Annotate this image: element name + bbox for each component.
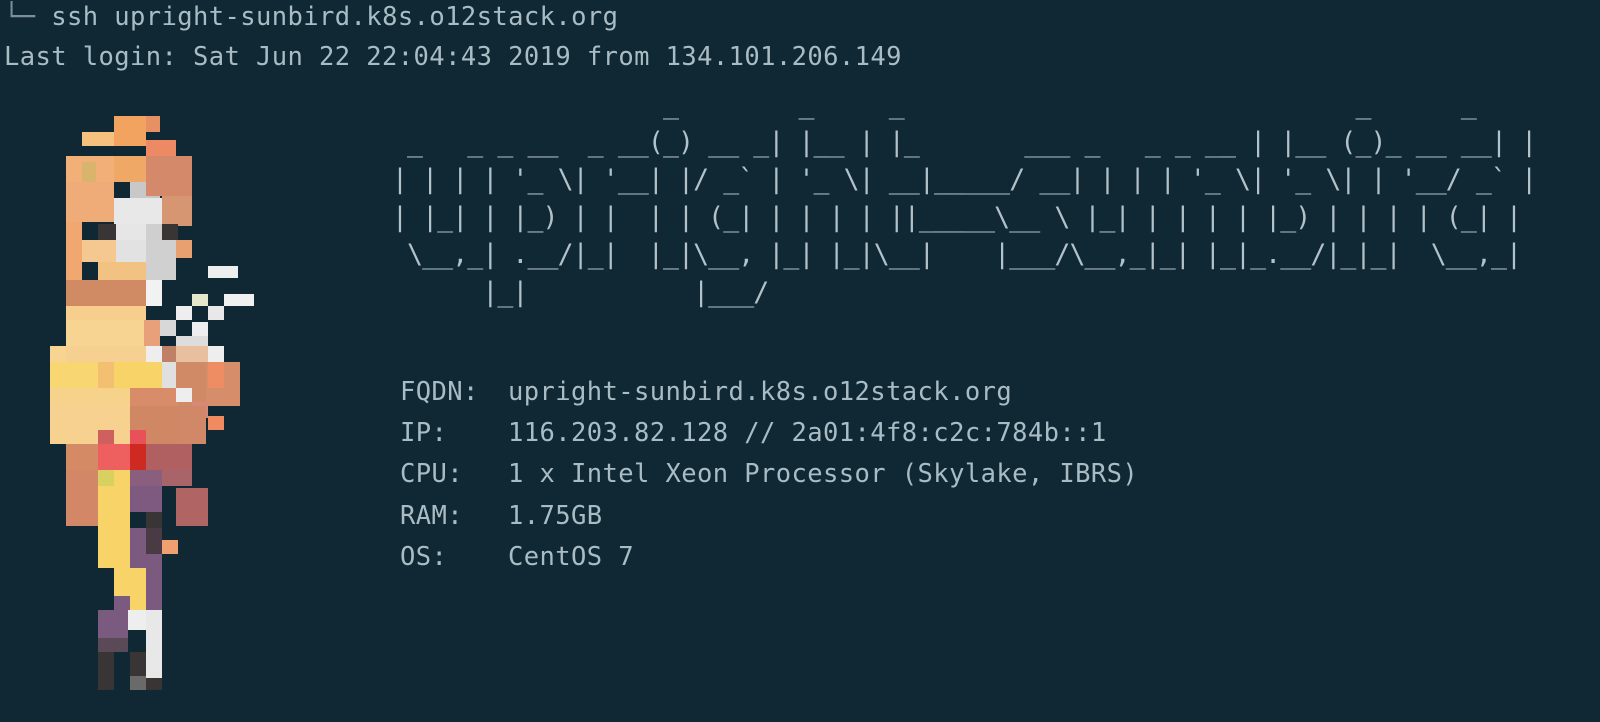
- info-row-fqdn: FQDN: upright-sunbird.k8s.o12stack.org: [400, 372, 1138, 413]
- info-value: 1 x Intel Xeon Processor (Skylake, IBRS): [508, 459, 1139, 490]
- info-label: IP:: [400, 418, 448, 449]
- info-label: OS:: [400, 541, 448, 572]
- info-value: 116.203.82.128 // 2a01:4f8:c2c:784b::1: [508, 418, 1107, 449]
- info-label: CPU:: [400, 459, 464, 490]
- info-label: FQDN:: [400, 377, 479, 407]
- info-value: 1.75GB: [508, 500, 603, 531]
- pixel-art-character-icon: [50, 116, 254, 690]
- info-value: upright-sunbird.k8s.o12stack.org: [508, 377, 1013, 407]
- info-row-os: OS: CentOS 7: [400, 537, 1138, 578]
- info-row-ram: RAM: 1.75GB: [400, 496, 1138, 537]
- info-row-ip: IP: 116.203.82.128 // 2a01:4f8:c2c:784b::…: [400, 413, 1138, 454]
- info-value: CentOS 7: [508, 541, 635, 572]
- system-info-block: FQDN: upright-sunbird.k8s.o12stack.org IP…: [400, 372, 1138, 578]
- hostname-ascii-banner: _ _ _ _ _ _ _ _ _ __ _ __(_) __ _| |__ |…: [392, 89, 1537, 308]
- info-label: RAM:: [400, 500, 464, 531]
- info-row-cpu: CPU: 1 x Intel Xeon Processor (Skylake, I…: [400, 454, 1138, 495]
